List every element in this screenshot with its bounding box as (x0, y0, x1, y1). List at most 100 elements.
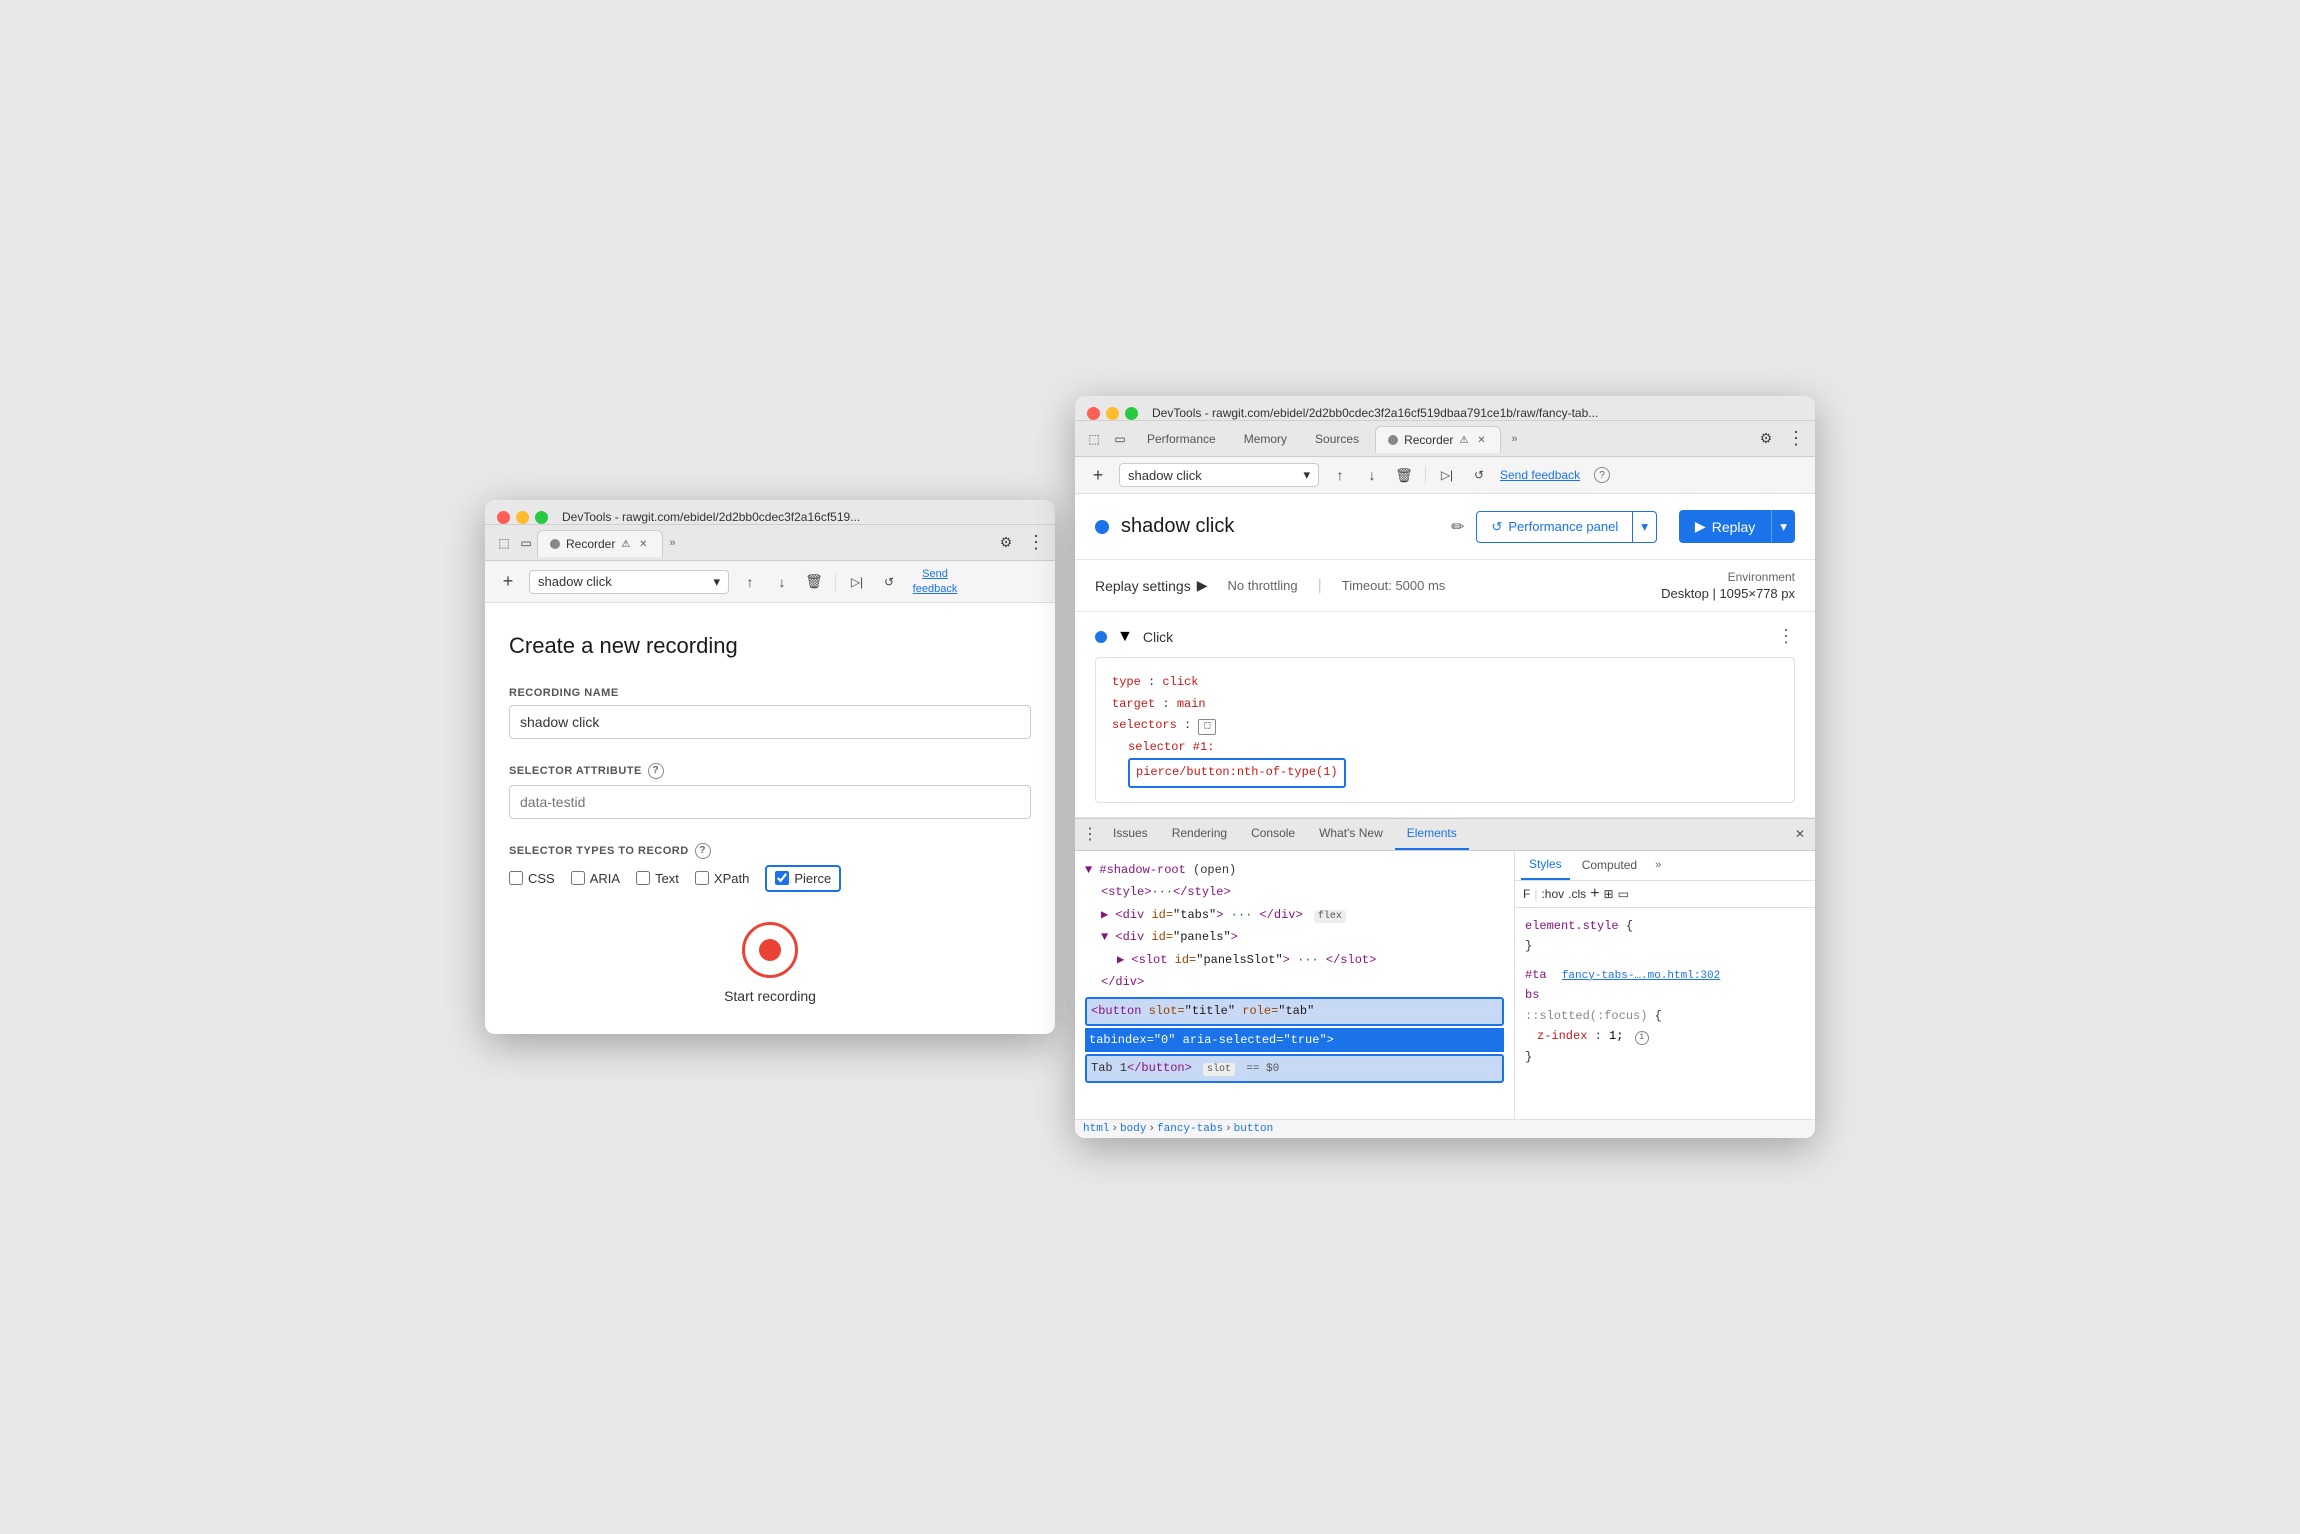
tab-memory[interactable]: Memory (1232, 426, 1299, 452)
breadcrumb-sep-2: › (1148, 1123, 1155, 1135)
xpath-checkbox[interactable] (695, 871, 709, 885)
start-recording-label[interactable]: Start recording (724, 988, 816, 1004)
mobile-icon[interactable]: ▭ (515, 532, 537, 554)
tab-performance[interactable]: Performance (1135, 426, 1228, 452)
tab-close-button[interactable]: ✕ (636, 537, 650, 551)
tab-whats-new[interactable]: What's New (1307, 818, 1395, 850)
right-close-button[interactable] (1087, 407, 1100, 420)
left-secondary-toolbar: + shadow click ▾ ↑ ↓ 🗑 ▷| ↺ Send feedbac… (485, 561, 1055, 603)
more-icon[interactable]: ⋮ (1025, 532, 1047, 554)
devtools-close-button[interactable]: ✕ (1789, 823, 1811, 845)
dom-button-highlighted[interactable]: <button slot="title" role="tab" (1085, 997, 1504, 1025)
right-tab-overflow[interactable]: » (1505, 433, 1523, 445)
selector-attr-input[interactable] (509, 785, 1031, 819)
selector-attr-help-icon[interactable]: ? (648, 763, 664, 779)
dom-button-selected[interactable]: tabindex="0" aria-selected="true"> (1085, 1028, 1504, 1052)
right-add-button[interactable]: + (1087, 464, 1109, 486)
upload-recording-button[interactable]: ↑ (739, 571, 761, 593)
new-style-rule-icon[interactable]: ⊞ (1604, 887, 1614, 901)
traffic-lights-right (1087, 407, 1138, 420)
right-secondary-toolbar: + shadow click ▾ ↑ ↓ 🗑 ▷| ↺ Send feedbac… (1075, 457, 1815, 494)
performance-panel-button[interactable]: ↺ Performance panel (1476, 511, 1633, 543)
right-upload-button[interactable]: ↑ (1329, 464, 1351, 486)
right-maximize-button[interactable] (1125, 407, 1138, 420)
cls-button[interactable]: .cls (1568, 887, 1586, 901)
recording-name-input[interactable] (509, 705, 1031, 739)
hov-button[interactable]: :hov (1541, 887, 1564, 901)
step-icon[interactable]: ▷| (846, 571, 868, 593)
tab-rendering[interactable]: Rendering (1160, 818, 1239, 850)
edit-recording-name-icon[interactable]: ✏ (1451, 517, 1464, 537)
recorder-tab-left[interactable]: Recorder ⚠ ✕ (537, 530, 663, 557)
tab-issues[interactable]: Issues (1101, 818, 1160, 850)
breadcrumb-body[interactable]: body (1120, 1123, 1146, 1135)
computed-panel-icon[interactable]: ▭ (1618, 887, 1629, 901)
tab-elements-active[interactable]: Elements (1395, 818, 1469, 850)
right-minimize-button[interactable] (1106, 407, 1119, 420)
replay-dropdown-button[interactable]: ▾ (1771, 510, 1795, 543)
selector-types-help-icon[interactable]: ? (695, 843, 711, 859)
pierce-checkbox-item[interactable]: Pierce (765, 865, 841, 892)
download-recording-button[interactable]: ↓ (771, 571, 793, 593)
right-more-icon[interactable]: ⋮ (1785, 428, 1807, 450)
breadcrumb-fancy-tabs[interactable]: fancy-tabs (1157, 1123, 1223, 1135)
css-checkbox-item[interactable]: CSS (509, 871, 555, 886)
maximize-button[interactable] (535, 511, 548, 524)
right-download-button[interactable]: ↓ (1361, 464, 1383, 486)
styles-tab-more[interactable]: » (1649, 859, 1667, 871)
close-button[interactable] (497, 511, 510, 524)
replay-button[interactable]: ▶ Replay (1679, 510, 1771, 543)
delete-recording-button[interactable]: 🗑 (803, 571, 825, 593)
replay-label: Replay (1712, 519, 1756, 535)
styles-tab-styles[interactable]: Styles (1521, 851, 1570, 881)
right-step-icon[interactable]: ▷| (1436, 464, 1458, 486)
add-style-button[interactable]: + (1590, 885, 1599, 903)
breadcrumb-html[interactable]: html (1083, 1123, 1109, 1135)
styles-tab-computed[interactable]: Computed (1574, 851, 1645, 881)
breadcrumb-button[interactable]: button (1234, 1123, 1274, 1135)
aria-checkbox[interactable] (571, 871, 585, 885)
right-replay-circle-icon[interactable]: ↺ (1468, 464, 1490, 486)
right-delete-button[interactable]: 🗑 (1393, 464, 1415, 486)
recording-select-label: shadow click (538, 574, 612, 589)
tab-console[interactable]: Console (1239, 818, 1307, 850)
style-source-link[interactable]: fancy-tabs-….mo.html:302 (1562, 970, 1720, 982)
send-feedback-right-button[interactable]: Send feedback (1500, 468, 1580, 482)
send-feedback-button[interactable]: Send feedback (910, 567, 960, 596)
add-recording-button[interactable]: + (497, 571, 519, 593)
tab-sources[interactable]: Sources (1303, 426, 1371, 452)
styles-panel: Styles Computed » F | :hov .cls + ⊞ ▭ (1515, 851, 1815, 1119)
help-icon[interactable]: ? (1594, 467, 1610, 483)
minimize-button[interactable] (516, 511, 529, 524)
click-step-label: Click (1143, 629, 1767, 645)
style-rule-fancy-tabs: #ta fancy-tabs-….mo.html:302 bs ::slotte… (1525, 965, 1805, 1067)
click-step-more-icon[interactable]: ⋮ (1777, 626, 1795, 647)
right-settings-icon[interactable]: ⚙ (1755, 428, 1777, 450)
pierce-checkbox[interactable] (775, 871, 789, 885)
replay-circle-icon[interactable]: ↺ (878, 571, 900, 593)
settings-icon[interactable]: ⚙ (995, 532, 1017, 554)
property-info-icon[interactable]: i (1635, 1031, 1649, 1045)
start-recording-button[interactable] (742, 922, 798, 978)
tab-overflow-button[interactable]: » (663, 537, 681, 549)
right-cursor-icon[interactable]: ⬚ (1083, 428, 1105, 450)
right-tab-close-button[interactable]: ✕ (1474, 433, 1488, 447)
text-checkbox[interactable] (636, 871, 650, 885)
performance-panel-dropdown[interactable]: ▾ (1633, 511, 1657, 543)
css-checkbox[interactable] (509, 871, 523, 885)
right-mobile-icon[interactable]: ▭ (1109, 428, 1131, 450)
dom-div-tabs: ▶ <div id="tabs"> ··· </div> flex (1101, 904, 1504, 926)
right-recording-selector[interactable]: shadow click ▾ (1119, 463, 1319, 487)
right-chevron-down-icon: ▾ (1303, 467, 1310, 483)
text-checkbox-item[interactable]: Text (636, 871, 679, 886)
devtools-tab-more[interactable]: ⋮ (1079, 823, 1101, 845)
code-line-type: type : click (1112, 672, 1778, 694)
xpath-checkbox-item[interactable]: XPath (695, 871, 749, 886)
breadcrumb-sep-1: › (1111, 1123, 1118, 1135)
cursor-icon[interactable]: ⬚ (493, 532, 515, 554)
selector-value-highlight: pierce/button:nth-of-type(1) (1128, 758, 1346, 788)
aria-checkbox-item[interactable]: ARIA (571, 871, 620, 886)
recording-selector[interactable]: shadow click ▾ (529, 570, 729, 594)
replay-settings-toggle[interactable]: Replay settings ▶ (1095, 577, 1208, 594)
tab-recorder-active[interactable]: Recorder ⚠ ✕ (1375, 426, 1501, 453)
